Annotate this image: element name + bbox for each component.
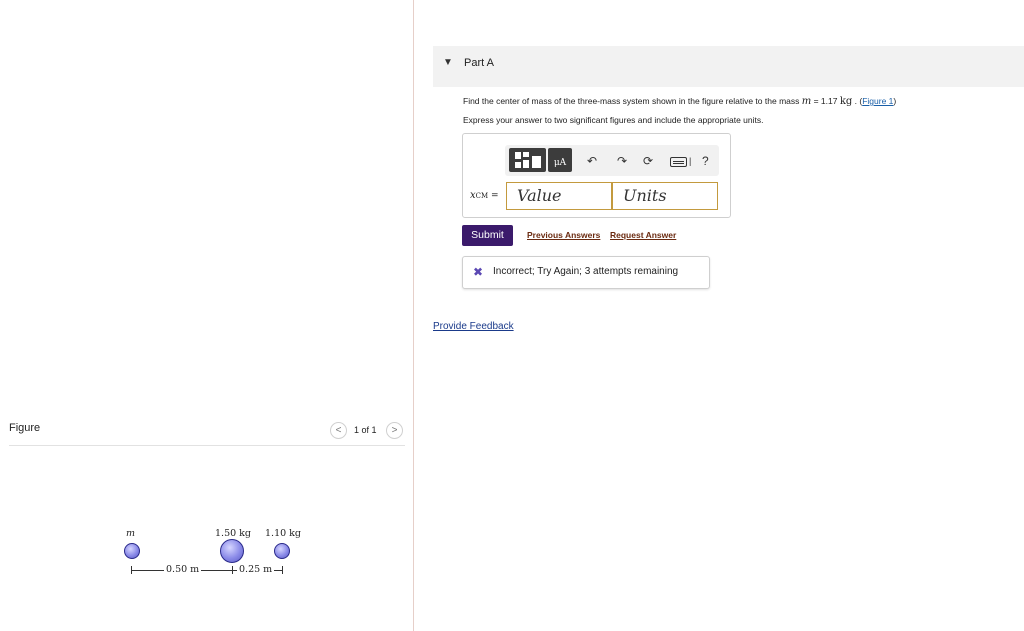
prev-figure-button[interactable]: < — [330, 422, 347, 439]
previous-answers-link[interactable]: Previous Answers — [527, 230, 600, 240]
dim-label-2: 0.25 m — [237, 564, 275, 575]
request-answer-link[interactable]: Request Answer — [610, 230, 676, 240]
answer-label-eq: = — [488, 191, 499, 201]
reset-icon[interactable]: ⟳ — [643, 154, 653, 168]
value-input[interactable]: Value — [506, 182, 612, 210]
keyboard-icon[interactable] — [670, 157, 687, 167]
next-figure-button[interactable]: > — [386, 422, 403, 439]
mass-ball-2 — [274, 543, 290, 559]
mass-variable: m — [801, 96, 812, 107]
dim-tick-right — [282, 566, 283, 574]
help-icon[interactable]: ? — [702, 154, 709, 168]
triangle-down-icon[interactable]: ▼ — [443, 57, 453, 68]
question-text: Find the center of mass of the three-mas… — [463, 96, 896, 107]
undo-icon[interactable]: ↶ — [587, 154, 597, 168]
x-mark-icon: ✖ — [473, 265, 484, 279]
question-suffix: . ( — [852, 96, 863, 106]
figure-title: Figure — [9, 422, 41, 434]
instruction-text: Express your answer to two significant f… — [463, 115, 764, 125]
panel-divider — [413, 0, 414, 631]
question-prefix: Find the center of mass of the three-mas… — [463, 96, 802, 106]
answer-label: xCM = — [470, 190, 499, 201]
answer-label-sub: CM — [475, 192, 489, 200]
mass-equals: = 1.17 — [811, 96, 840, 106]
mass-label-1: 1.50 kg — [215, 528, 252, 539]
mass-ball-m — [124, 543, 140, 559]
templates-icon[interactable] — [509, 148, 546, 172]
mass-ball-1 — [220, 539, 244, 563]
part-header[interactable] — [433, 46, 1024, 87]
redo-icon[interactable]: ↷ — [617, 154, 627, 168]
provide-feedback-link[interactable]: Provide Feedback — [433, 321, 514, 332]
dim-label-1: 0.50 m — [164, 564, 202, 575]
figure-page-count: 1 of 1 — [354, 425, 377, 435]
units-icon[interactable]: μA — [548, 148, 572, 172]
mass-unit: kg — [839, 96, 853, 107]
submit-button[interactable]: Submit — [462, 225, 513, 246]
close-paren: ) — [893, 96, 897, 106]
figure-divider — [9, 445, 405, 446]
units-input[interactable]: Units — [612, 182, 718, 210]
mass-label-m: m — [126, 528, 136, 539]
toolbar-caret: | — [689, 156, 692, 166]
feedback-text: Incorrect; Try Again; 3 attempts remaini… — [493, 266, 679, 277]
part-title: Part A — [464, 57, 494, 69]
figure-link[interactable]: Figure 1 — [862, 96, 893, 106]
mass-label-2: 1.10 kg — [265, 528, 302, 539]
